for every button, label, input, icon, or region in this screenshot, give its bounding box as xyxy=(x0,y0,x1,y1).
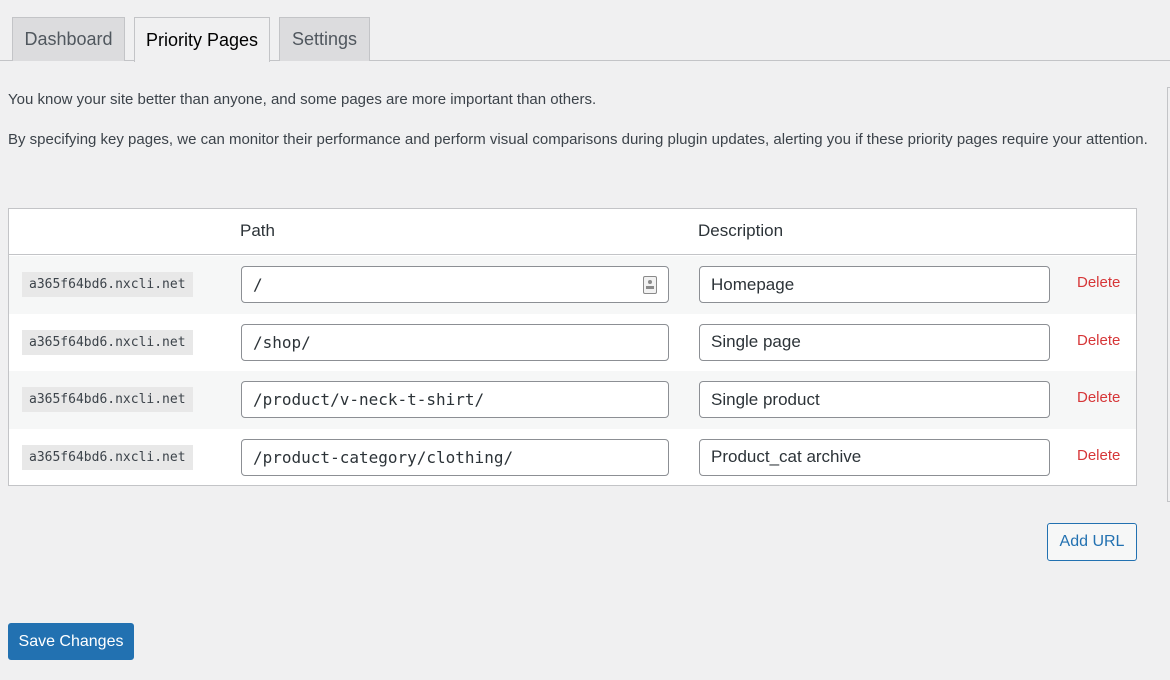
table-row: a365f64bd6.nxcli.net Delete xyxy=(9,429,1136,487)
table-row: a365f64bd6.nxcli.net Delete xyxy=(9,256,1136,314)
domain-label: a365f64bd6.nxcli.net xyxy=(22,272,193,297)
add-url-button[interactable]: Add URL xyxy=(1047,523,1137,561)
table-row: a365f64bd6.nxcli.net Delete xyxy=(9,371,1136,429)
intro-text: You know your site better than anyone, a… xyxy=(8,91,597,108)
priority-pages-table: Path Description a365f64bd6.nxcli.net De… xyxy=(8,208,1137,486)
description-input[interactable] xyxy=(699,323,1050,361)
column-header-description: Description xyxy=(698,221,784,240)
delete-link[interactable]: Delete xyxy=(1077,447,1120,464)
description-input[interactable] xyxy=(699,438,1050,476)
contact-card-icon[interactable] xyxy=(643,276,657,294)
description-input[interactable] xyxy=(699,266,1050,303)
delete-link[interactable]: Delete xyxy=(1077,274,1120,291)
tab-settings[interactable]: Settings xyxy=(279,17,370,61)
delete-link[interactable]: Delete xyxy=(1077,332,1120,349)
tab-dashboard[interactable]: Dashboard xyxy=(12,17,125,61)
table-row: a365f64bd6.nxcli.net Delete xyxy=(9,314,1136,372)
delete-link[interactable]: Delete xyxy=(1077,389,1120,406)
intro-description: By specifying key pages, we can monitor … xyxy=(8,131,1148,148)
domain-label: a365f64bd6.nxcli.net xyxy=(22,387,193,412)
path-input[interactable] xyxy=(241,381,669,418)
tab-priority-pages[interactable]: Priority Pages xyxy=(134,17,270,62)
table-header: Path Description xyxy=(9,209,1136,255)
domain-label: a365f64bd6.nxcli.net xyxy=(22,444,193,470)
path-input[interactable] xyxy=(241,323,669,361)
path-input[interactable] xyxy=(241,438,669,476)
column-header-path: Path xyxy=(240,221,275,240)
path-input[interactable] xyxy=(241,266,669,303)
domain-label: a365f64bd6.nxcli.net xyxy=(22,329,193,355)
save-changes-button[interactable]: Save Changes xyxy=(8,623,134,660)
nav-tabs: Dashboard Priority Pages Settings xyxy=(0,0,1170,62)
description-input[interactable] xyxy=(699,381,1050,418)
